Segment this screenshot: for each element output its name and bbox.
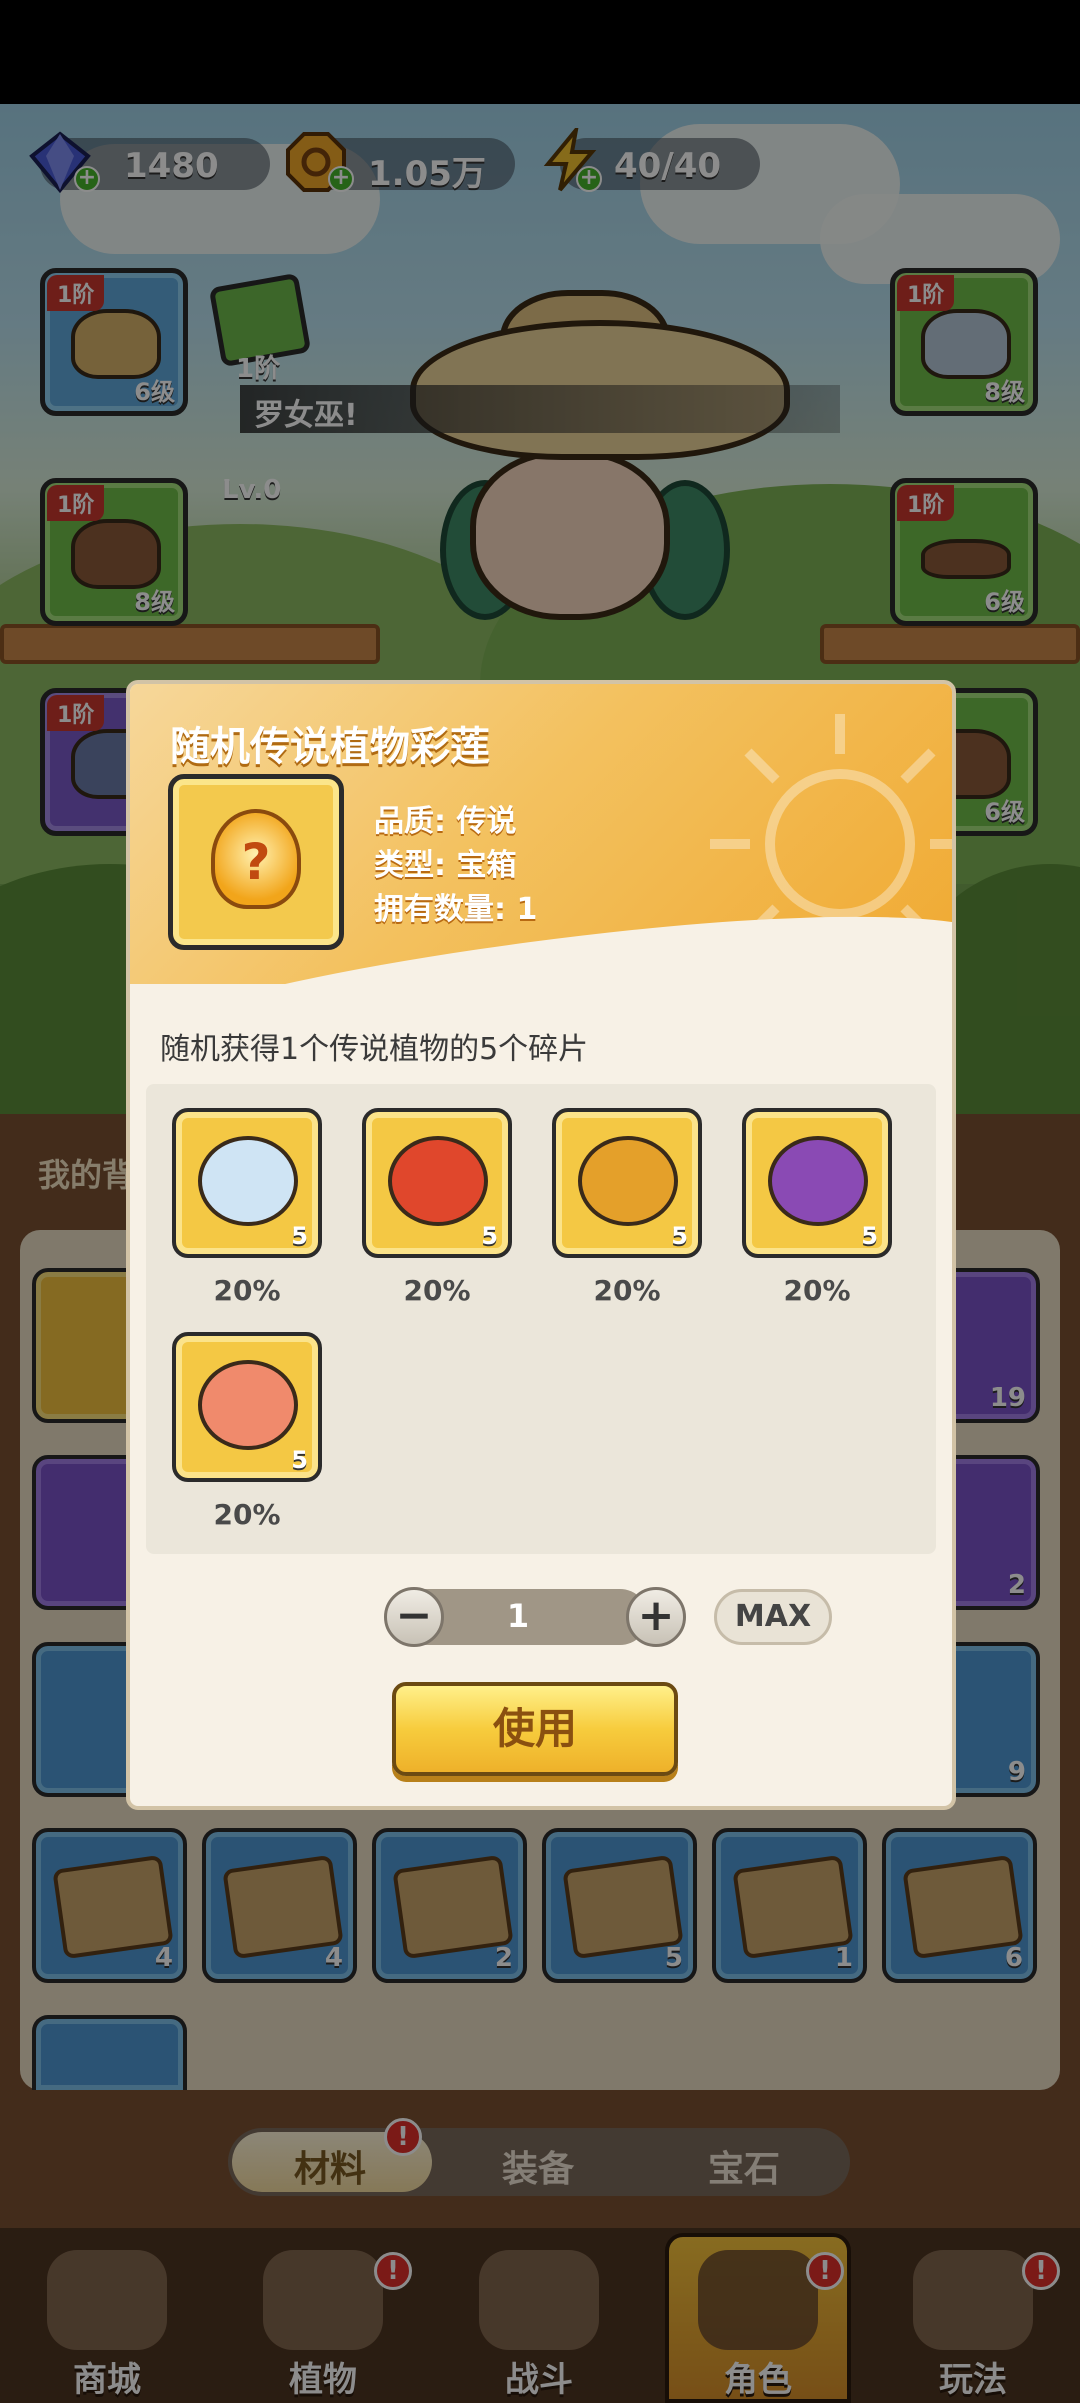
reward-item[interactable]: 5 bbox=[362, 1108, 512, 1258]
golden-knight-icon bbox=[578, 1136, 678, 1226]
reward-item[interactable]: 5 bbox=[172, 1108, 322, 1258]
purple-helmet-icon bbox=[768, 1136, 868, 1226]
item-detail-dialog: 随机传说植物彩莲 ? 品质: 传说 类型: 宝箱 拥有数量: 1 随机获得1个传… bbox=[126, 680, 956, 1810]
reward-count: 5 bbox=[861, 1222, 878, 1250]
reward-item[interactable]: 5 bbox=[742, 1108, 892, 1258]
reward-item[interactable]: 5 bbox=[172, 1332, 322, 1482]
reward-count: 5 bbox=[481, 1222, 498, 1250]
item-quality: 品质: 传说 bbox=[374, 804, 517, 839]
use-button[interactable]: 使用 bbox=[392, 1682, 678, 1776]
item-icon: ? bbox=[168, 774, 344, 950]
item-description: 随机获得1个传说植物的5个碎片 bbox=[160, 1032, 589, 1067]
max-button[interactable]: MAX bbox=[714, 1589, 832, 1645]
item-type: 类型: 宝箱 bbox=[374, 848, 517, 883]
peach-creature-icon bbox=[198, 1360, 298, 1450]
reward-chance: 20% bbox=[213, 1498, 281, 1531]
reward-chance: 20% bbox=[213, 1274, 281, 1307]
reward-count: 5 bbox=[671, 1222, 688, 1250]
reward-count: 5 bbox=[291, 1222, 308, 1250]
dialog-title: 随机传说植物彩莲 bbox=[170, 724, 490, 770]
reward-item[interactable]: 5 bbox=[552, 1108, 702, 1258]
chili-warrior-icon bbox=[388, 1136, 488, 1226]
mystery-lotus-icon: ? bbox=[211, 809, 301, 909]
status-bar bbox=[0, 0, 1080, 104]
decrease-button[interactable]: − bbox=[384, 1587, 444, 1647]
increase-button[interactable]: + bbox=[626, 1587, 686, 1647]
reward-chance: 20% bbox=[593, 1274, 661, 1307]
ice-spirit-icon bbox=[198, 1136, 298, 1226]
reward-count: 5 bbox=[291, 1446, 308, 1474]
reward-chance: 20% bbox=[783, 1274, 851, 1307]
reward-pool: 5 20% 5 20% 5 20% 5 20% 5 20% bbox=[146, 1084, 936, 1554]
reward-chance: 20% bbox=[403, 1274, 471, 1307]
item-owned-count: 拥有数量: 1 bbox=[374, 892, 538, 927]
question-mark-icon: ? bbox=[241, 833, 271, 891]
